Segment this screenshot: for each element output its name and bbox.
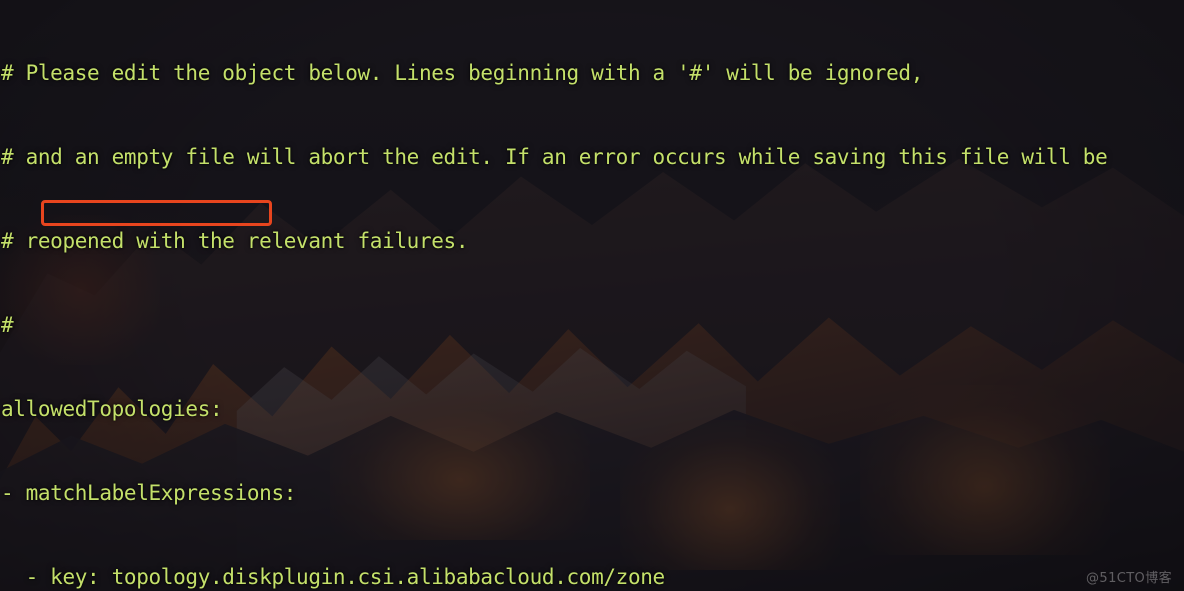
terminal-window[interactable]: # Please edit the object below. Lines be… — [0, 0, 1184, 591]
editor-line: # reopened with the relevant failures. — [1, 229, 469, 253]
editor-line: # Please edit the object below. Lines be… — [1, 61, 923, 85]
editor-line: - key: topology.diskplugin.csi.alibabacl… — [1, 565, 666, 589]
yaml-editor-buffer[interactable]: # Please edit the object below. Lines be… — [0, 0, 1184, 591]
editor-line: # — [1, 313, 14, 337]
editor-line: # and an empty file will abort the edit.… — [1, 145, 1108, 169]
editor-line: - matchLabelExpressions: — [1, 481, 297, 505]
screenshot-root: # Please edit the object below. Lines be… — [0, 0, 1184, 591]
editor-line: allowedTopologies: — [1, 397, 223, 421]
watermark-label: @51CTO博客 — [1086, 571, 1172, 586]
